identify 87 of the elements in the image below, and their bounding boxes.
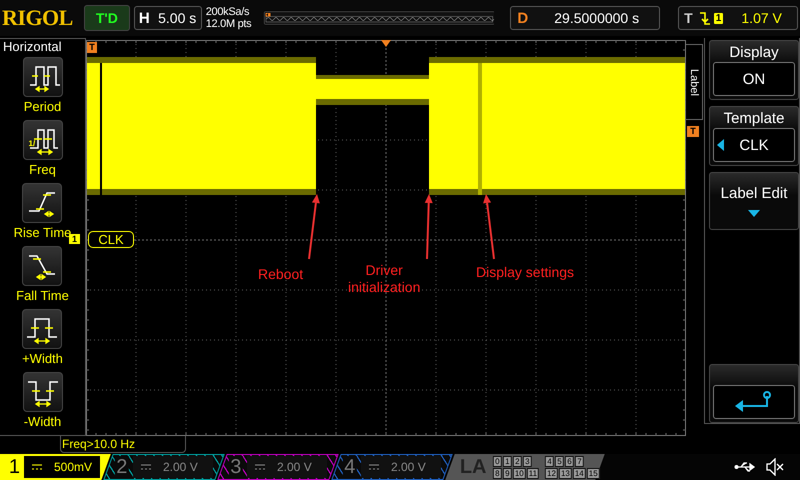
run-status: T'D xyxy=(84,5,130,31)
channel-scale: 2.00 V xyxy=(163,460,198,474)
digital-channel-indicator: 11 xyxy=(526,468,539,478)
softkey-value[interactable]: CLK xyxy=(713,128,795,162)
channel-label: CLK xyxy=(88,231,134,248)
digital-channel-indicator: 10 xyxy=(512,468,526,478)
return-icon xyxy=(734,390,774,414)
channel-tab[interactable]: 1 500mV xyxy=(0,454,111,480)
channel-number: 3 xyxy=(229,456,243,478)
digital-channel-indicator: 4 xyxy=(544,456,554,466)
sample-rate: 200kSa/s xyxy=(206,6,250,18)
softkey-title: Display xyxy=(729,43,779,62)
value-text: CLK xyxy=(739,136,769,154)
dc-coupling-icon xyxy=(255,464,265,470)
annotation-arrow xyxy=(308,194,320,260)
softkey[interactable]: Display ON xyxy=(709,40,799,100)
tab-label: Label xyxy=(688,68,700,96)
speaker-muted-icon xyxy=(766,458,784,476)
digital-channel-indicator: 0 xyxy=(492,456,502,466)
measure-button[interactable] xyxy=(22,57,62,97)
measure-button[interactable] xyxy=(22,246,62,286)
annotation-text: Driver initialization xyxy=(348,262,420,296)
measure-button[interactable] xyxy=(22,183,62,223)
measure-label: Fall Time xyxy=(16,288,69,303)
annotation-text: Display settings xyxy=(476,264,574,281)
channel-number: 2 xyxy=(115,456,129,478)
digital-channel-indicator: 7 xyxy=(574,456,584,466)
channel-number: 4 xyxy=(343,456,357,478)
annotation-arrow xyxy=(483,194,495,260)
measure-button[interactable] xyxy=(22,372,62,412)
annotation-text: Reboot xyxy=(258,266,304,283)
frequency-readout: Freq>10.0 Hz xyxy=(60,436,186,453)
timebase-label: H xyxy=(138,10,151,26)
digital-channel-indicator: 12 xyxy=(544,468,558,478)
trigger-position-marker: T xyxy=(87,42,97,53)
brand-logo: RIGOL xyxy=(2,5,74,31)
measure-label: +Width xyxy=(22,351,63,366)
measure-label: -Width xyxy=(24,414,62,429)
trigger-label: T xyxy=(683,10,694,26)
digital-channel-indicator: 8 xyxy=(492,468,502,478)
channel-number: 1 xyxy=(9,456,20,478)
digital-channel-indicator: 14 xyxy=(572,468,586,478)
trigger-level: 1.07 V xyxy=(740,10,783,26)
annotation-arrow xyxy=(424,194,433,260)
falling-edge-icon xyxy=(698,10,711,26)
channel-scale: 2.00 V xyxy=(391,460,426,474)
digital-channel-indicator: 6 xyxy=(564,456,574,466)
left-arrow-icon xyxy=(717,139,724,151)
channel-tab[interactable]: 4 2.00 V xyxy=(331,454,453,480)
label-tab[interactable]: Label xyxy=(686,44,703,120)
measure-label: Period xyxy=(24,99,62,114)
softkey-title: Label Edit xyxy=(720,184,788,202)
digital-channel-indicator: 13 xyxy=(558,468,572,478)
trigger-source: 1 xyxy=(714,12,724,24)
softkey[interactable]: Label Edit xyxy=(709,172,799,230)
fraction-label: 1/ xyxy=(28,139,36,148)
digital-channel-indicator: 5 xyxy=(554,456,564,466)
delay-value: 29.5000000 s xyxy=(553,10,640,26)
delay-label: D xyxy=(516,10,530,26)
digital-channel-indicator: 1 xyxy=(502,456,512,466)
channel-tab[interactable]: 3 2.00 V xyxy=(217,454,339,480)
channel-scale: 2.00 V xyxy=(277,460,312,474)
channel-tab[interactable]: 2 2.00 V xyxy=(103,454,225,480)
dc-coupling-icon xyxy=(32,464,42,470)
down-arrow-icon xyxy=(748,210,760,216)
softkey[interactable]: Template CLK xyxy=(709,106,799,166)
measure-button[interactable]: 1/ xyxy=(22,120,62,160)
dc-coupling-icon xyxy=(369,464,379,470)
digital-channel-indicator: 15 xyxy=(586,468,600,478)
channel-marker: 1 xyxy=(69,234,80,244)
timebase-value: 5.00 s xyxy=(157,10,198,26)
digital-channel-indicator: 2 xyxy=(512,456,522,466)
measure-label: Rise Time xyxy=(14,225,72,240)
menu-title: Horizontal xyxy=(2,39,63,54)
center-marker-icon xyxy=(381,40,391,47)
softkey-value[interactable]: ON xyxy=(713,62,795,96)
dc-coupling-icon xyxy=(141,464,151,470)
softkey-title: Template xyxy=(724,109,784,128)
digital-channel-indicator: 3 xyxy=(522,456,532,466)
measure-label: Freq xyxy=(29,162,56,177)
value-text: ON xyxy=(742,70,766,88)
memory-depth: 12.0M pts xyxy=(206,18,252,30)
measure-button[interactable] xyxy=(22,309,62,349)
trigger-level-marker: T xyxy=(687,126,699,137)
channel-scale: 500mV xyxy=(54,460,92,474)
back-softkey[interactable] xyxy=(709,364,799,423)
digital-channel-indicator: 9 xyxy=(502,468,512,478)
